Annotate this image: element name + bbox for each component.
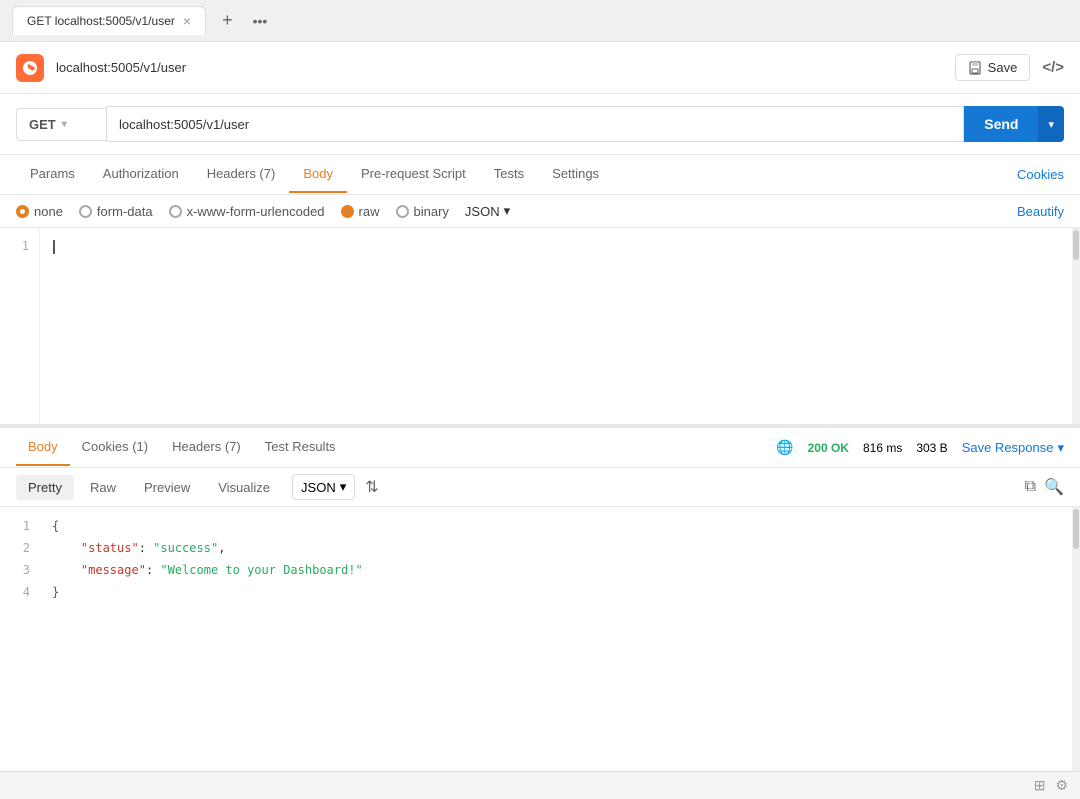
response-scrollbar-thumb: [1073, 509, 1079, 549]
new-tab-button[interactable]: +: [216, 10, 239, 31]
response-line-3: "message": "Welcome to your Dashboard!": [52, 559, 1060, 581]
response-line-numbers: 1 2 3 4: [0, 507, 40, 771]
method-label: GET: [29, 117, 56, 132]
code-button[interactable]: </>: [1042, 59, 1064, 76]
body-options: none form-data x-www-form-urlencoded raw…: [0, 195, 1080, 228]
response-line-2: "status": "success",: [52, 537, 1060, 559]
tab-authorization[interactable]: Authorization: [89, 156, 193, 193]
editor-scrollbar[interactable]: [1072, 228, 1080, 424]
radio-raw[interactable]: raw: [341, 204, 380, 219]
format-tab-preview[interactable]: Preview: [132, 475, 202, 500]
beautify-button[interactable]: Beautify: [1017, 204, 1064, 219]
radio-form-data-label: form-data: [97, 204, 153, 219]
status-code: 200 OK: [808, 441, 849, 455]
settings-icon[interactable]: ⚙: [1055, 777, 1068, 794]
format-tab-visualize[interactable]: Visualize: [206, 475, 282, 500]
postman-ui: localhost:5005/v1/user Save </> GET ▾ Se…: [0, 42, 1080, 799]
radio-none-dot: [16, 205, 29, 218]
request-tabs-bar: Params Authorization Headers (7) Body Pr…: [0, 155, 1080, 195]
tab-settings[interactable]: Settings: [538, 156, 613, 193]
method-dropdown-arrow: ▾: [62, 119, 67, 130]
radio-raw-label: raw: [359, 204, 380, 219]
tab-body[interactable]: Body: [289, 156, 347, 193]
save-button[interactable]: Save: [955, 54, 1031, 81]
response-tab-body[interactable]: Body: [16, 429, 70, 466]
save-response-arrow: ▾: [1057, 440, 1064, 456]
code-editor: 1: [0, 228, 1080, 428]
response-tab-headers[interactable]: Headers (7): [160, 429, 253, 466]
tab-close-icon[interactable]: ×: [183, 13, 191, 29]
grid-icon[interactable]: ⊞: [1034, 777, 1046, 794]
response-scrollbar[interactable]: [1072, 507, 1080, 771]
top-bar-actions: Save </>: [955, 54, 1064, 81]
format-tab-raw[interactable]: Raw: [78, 475, 128, 500]
send-btn-container: Send ▾: [964, 106, 1064, 142]
save-response-button[interactable]: Save Response ▾: [962, 440, 1064, 456]
tab-headers[interactable]: Headers (7): [193, 156, 290, 193]
response-body: 1 2 3 4 { "status": "success", "message"…: [0, 507, 1080, 771]
response-tab-test-results[interactable]: Test Results: [253, 429, 348, 466]
format-tab-pretty[interactable]: Pretty: [16, 475, 74, 500]
radio-none-label: none: [34, 204, 63, 219]
radio-form-data-dot: [79, 205, 92, 218]
search-response-button[interactable]: 🔍: [1044, 477, 1064, 497]
method-select[interactable]: GET ▾: [16, 108, 106, 141]
radio-none[interactable]: none: [16, 204, 63, 219]
save-icon: [968, 61, 982, 75]
radio-raw-dot: [341, 205, 354, 218]
response-line-1: {: [52, 515, 1060, 537]
tab-pre-request[interactable]: Pre-request Script: [347, 156, 480, 193]
response-code-content: { "status": "success", "message": "Welco…: [40, 507, 1072, 771]
response-format-arrow: ▾: [340, 479, 347, 495]
response-format-bar: Pretty Raw Preview Visualize JSON ▾ ⇅ ⧉ …: [0, 468, 1080, 507]
url-input[interactable]: [106, 106, 964, 142]
format-filter-icon[interactable]: ⇅: [365, 477, 378, 497]
format-right-actions: ⧉ 🔍: [1025, 477, 1064, 497]
tab-params[interactable]: Params: [16, 156, 89, 193]
response-section: Body Cookies (1) Headers (7) Test Result…: [0, 428, 1080, 771]
response-format-label: JSON: [301, 480, 336, 495]
radio-form-data[interactable]: form-data: [79, 204, 153, 219]
radio-binary-label: binary: [414, 204, 449, 219]
json-format-arrow: ▾: [504, 203, 511, 219]
globe-icon: 🌐: [776, 439, 793, 456]
radio-urlencoded[interactable]: x-www-form-urlencoded: [169, 204, 325, 219]
response-tab-cookies[interactable]: Cookies (1): [70, 429, 160, 466]
response-meta: 🌐 200 OK 816 ms 303 B Save Response ▾: [776, 439, 1064, 456]
body-options-right: Beautify: [1017, 204, 1064, 219]
radio-binary[interactable]: binary: [396, 204, 449, 219]
response-format-select[interactable]: JSON ▾: [292, 474, 355, 500]
tab-label: GET localhost:5005/v1/user: [27, 14, 175, 28]
bottom-bar: ⊞ ⚙: [0, 771, 1080, 799]
response-size: 303 B: [916, 441, 947, 455]
send-dropdown-button[interactable]: ▾: [1038, 106, 1064, 142]
radio-binary-dot: [396, 205, 409, 218]
browser-tab[interactable]: GET localhost:5005/v1/user ×: [12, 6, 206, 35]
top-bar: localhost:5005/v1/user Save </>: [0, 42, 1080, 94]
tab-tests[interactable]: Tests: [480, 156, 538, 193]
top-bar-url: localhost:5005/v1/user: [56, 60, 955, 75]
send-button[interactable]: Send: [964, 106, 1038, 142]
response-tabs-bar: Body Cookies (1) Headers (7) Test Result…: [0, 428, 1080, 468]
radio-urlencoded-dot: [169, 205, 182, 218]
response-time: 816 ms: [863, 441, 902, 455]
postman-logo-icon: [16, 54, 44, 82]
cookies-link[interactable]: Cookies: [1017, 167, 1064, 182]
editor-line-numbers: 1: [0, 228, 40, 424]
response-line-4: }: [52, 581, 1060, 603]
browser-chrome: GET localhost:5005/v1/user × + •••: [0, 0, 1080, 42]
json-format-select[interactable]: JSON ▾: [465, 203, 510, 219]
request-bar: GET ▾ Send ▾: [0, 94, 1080, 155]
save-label: Save: [988, 60, 1018, 75]
cursor-indicator: [53, 240, 55, 254]
radio-urlencoded-label: x-www-form-urlencoded: [187, 204, 325, 219]
editor-content[interactable]: [40, 228, 1072, 424]
tabs-right: Cookies: [1017, 167, 1064, 182]
editor-scrollbar-thumb: [1073, 230, 1079, 260]
copy-response-button[interactable]: ⧉: [1025, 478, 1036, 496]
json-format-label: JSON: [465, 204, 500, 219]
tab-more-button[interactable]: •••: [249, 13, 272, 29]
